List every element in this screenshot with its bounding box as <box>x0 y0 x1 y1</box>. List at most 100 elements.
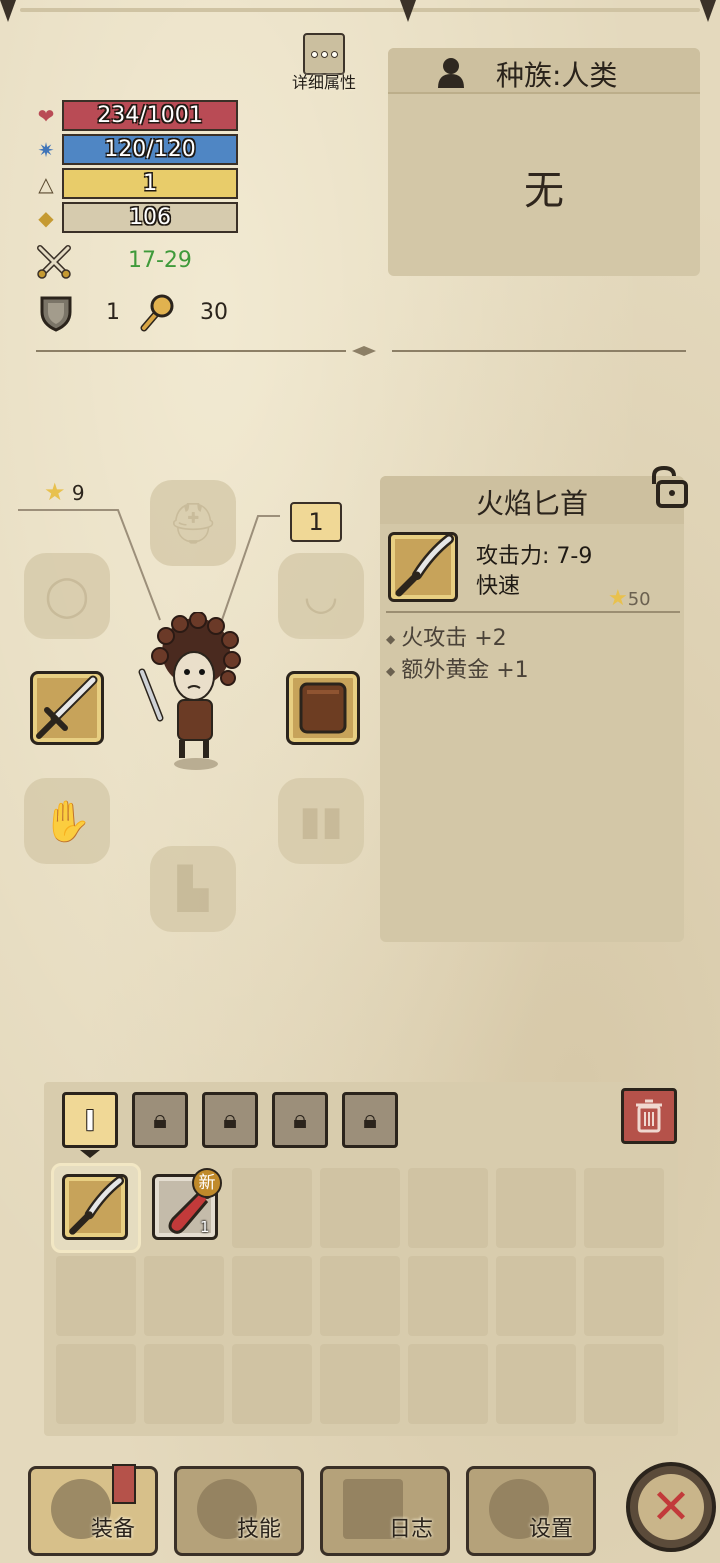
pants-slot[interactable]: ▮▮ <box>278 778 364 864</box>
shield-icon <box>40 296 72 332</box>
inventory-cell[interactable] <box>144 1344 224 1424</box>
defense-row: 1 30 <box>34 292 274 332</box>
padlock-icon: 🔒︎ <box>223 1104 237 1135</box>
potion-quantity: 1 <box>200 1218 210 1236</box>
amulet-slot[interactable]: ◡ <box>278 553 364 639</box>
item-attack: 攻击力: 7-9 <box>476 544 593 569</box>
gold-bar: 106 <box>62 202 238 233</box>
trash-button[interactable] <box>621 1088 677 1144</box>
nav-skills[interactable]: 技能 <box>174 1466 304 1556</box>
mana-icon: ✷ <box>37 138 55 162</box>
dagger-icon <box>395 535 454 597</box>
inventory-cell[interactable] <box>584 1344 664 1424</box>
nav-settings-label: 设置 <box>529 1517 574 1542</box>
armor-slot[interactable] <box>286 671 360 745</box>
inventory-tab-locked[interactable]: 🔒︎ <box>342 1092 398 1148</box>
weapon-slot[interactable] <box>30 671 104 745</box>
item-star-value: ★50 <box>608 586 651 611</box>
trash-icon <box>636 1099 662 1133</box>
mana-row: ✷ 120/120 <box>34 134 244 165</box>
nav-equip-label: 装备 <box>91 1517 136 1542</box>
gold-value: 106 <box>129 205 171 230</box>
crossed-swords-icon <box>37 245 71 279</box>
item-icon-frame <box>388 532 458 602</box>
inventory-cell[interactable] <box>232 1344 312 1424</box>
item-bonus-text: 火攻击 +2 <box>401 626 507 651</box>
glove-icon: ✋ <box>42 798 92 845</box>
inventory-cell[interactable] <box>584 1256 664 1336</box>
inventory-cell[interactable] <box>408 1256 488 1336</box>
star-icon: ★ <box>44 478 66 506</box>
nav-equip[interactable]: 装备 <box>28 1466 158 1556</box>
sword-icon <box>36 675 98 739</box>
star-icon: ★ <box>608 586 628 611</box>
inventory-tab-1[interactable]: I <box>62 1092 118 1148</box>
race-label: 种族:人类 <box>496 59 618 92</box>
inventory-cell[interactable] <box>496 1168 576 1248</box>
tab-indicator <box>80 1150 100 1158</box>
inventory-cell[interactable] <box>320 1256 400 1336</box>
nav-log[interactable]: 日志 <box>320 1466 450 1556</box>
inventory-cell[interactable] <box>232 1256 312 1336</box>
bookmark-ribbon <box>112 1464 136 1504</box>
inventory-tab-locked[interactable]: 🔒︎ <box>132 1092 188 1148</box>
hp-row: ❤ 234/1001 <box>34 100 244 131</box>
helmet-slot[interactable]: ⛑ <box>150 480 236 566</box>
unlock-icon[interactable] <box>644 466 690 508</box>
close-icon: ✕ <box>650 1479 692 1535</box>
level-row: △ 1 <box>34 168 244 199</box>
heart-icon: ❤ <box>37 104 55 128</box>
boots-slot[interactable]: ▙ <box>150 846 236 932</box>
item-bonus: ◆ 额外黄金 +1 <box>386 652 529 684</box>
nav-skills-label: 技能 <box>237 1517 282 1542</box>
ring-icon: ◯ <box>44 573 90 619</box>
diamond-icon: ◆ <box>386 664 396 678</box>
diamond-icon: ◆ <box>386 632 396 646</box>
helmet-icon: ⛑ <box>167 500 219 547</box>
item-star-text: 50 <box>627 589 651 610</box>
race-panel: 种族:人类 无 <box>388 48 700 276</box>
inventory-tab-locked[interactable]: 🔒︎ <box>272 1092 328 1148</box>
inventory-cell[interactable] <box>56 1256 136 1336</box>
inventory-cell[interactable] <box>232 1168 312 1248</box>
inventory-cell[interactable] <box>56 1344 136 1424</box>
equipment-star: ★ 9 <box>44 478 85 506</box>
pants-icon: ▮▮ <box>298 798 344 844</box>
character-avatar <box>138 612 241 770</box>
inventory-cell[interactable] <box>584 1168 664 1248</box>
nav-settings[interactable]: 设置 <box>466 1466 596 1556</box>
attack-row: 17-29 <box>34 244 254 280</box>
inventory-cell[interactable] <box>320 1344 400 1424</box>
person-icon <box>438 58 464 88</box>
inventory-tab-locked[interactable]: 🔒︎ <box>202 1092 258 1148</box>
inventory-item-dagger[interactable] <box>62 1174 128 1240</box>
top-decoration <box>0 0 720 30</box>
detail-attributes-button[interactable]: 详细属性 <box>288 33 360 97</box>
inventory-cell[interactable] <box>408 1168 488 1248</box>
armor-icon <box>299 682 347 734</box>
inventory-cell[interactable] <box>496 1256 576 1336</box>
detail-attributes-label: 详细属性 <box>291 73 356 92</box>
padlock-icon: 🔒︎ <box>293 1104 307 1135</box>
inventory-cell[interactable] <box>496 1344 576 1424</box>
close-button[interactable]: ✕ <box>626 1462 716 1552</box>
boot-icon: ▙ <box>177 866 209 912</box>
level-bar: 1 <box>62 168 238 199</box>
item-bonus: ◆ 火攻击 +2 <box>386 620 507 652</box>
inventory-cell[interactable] <box>144 1256 224 1336</box>
star-count: 9 <box>71 481 85 505</box>
race-value: 无 <box>524 168 564 214</box>
item-header: 火焰匕首 <box>380 476 684 524</box>
inventory-cell[interactable] <box>408 1344 488 1424</box>
triangle-icon: △ <box>38 172 54 196</box>
mana-value: 120/120 <box>104 137 196 162</box>
amulet-icon: ◡ <box>303 573 339 619</box>
ring-slot[interactable]: ◯ <box>24 553 110 639</box>
inventory-cell[interactable] <box>320 1168 400 1248</box>
power-fist-icon <box>140 294 174 332</box>
padlock-icon: 🔒︎ <box>153 1104 167 1135</box>
item-speed: 快速 <box>476 574 521 599</box>
gloves-slot[interactable]: ✋ <box>24 778 110 864</box>
hp-value: 234/1001 <box>97 103 203 128</box>
attack-value: 17-29 <box>128 248 192 273</box>
